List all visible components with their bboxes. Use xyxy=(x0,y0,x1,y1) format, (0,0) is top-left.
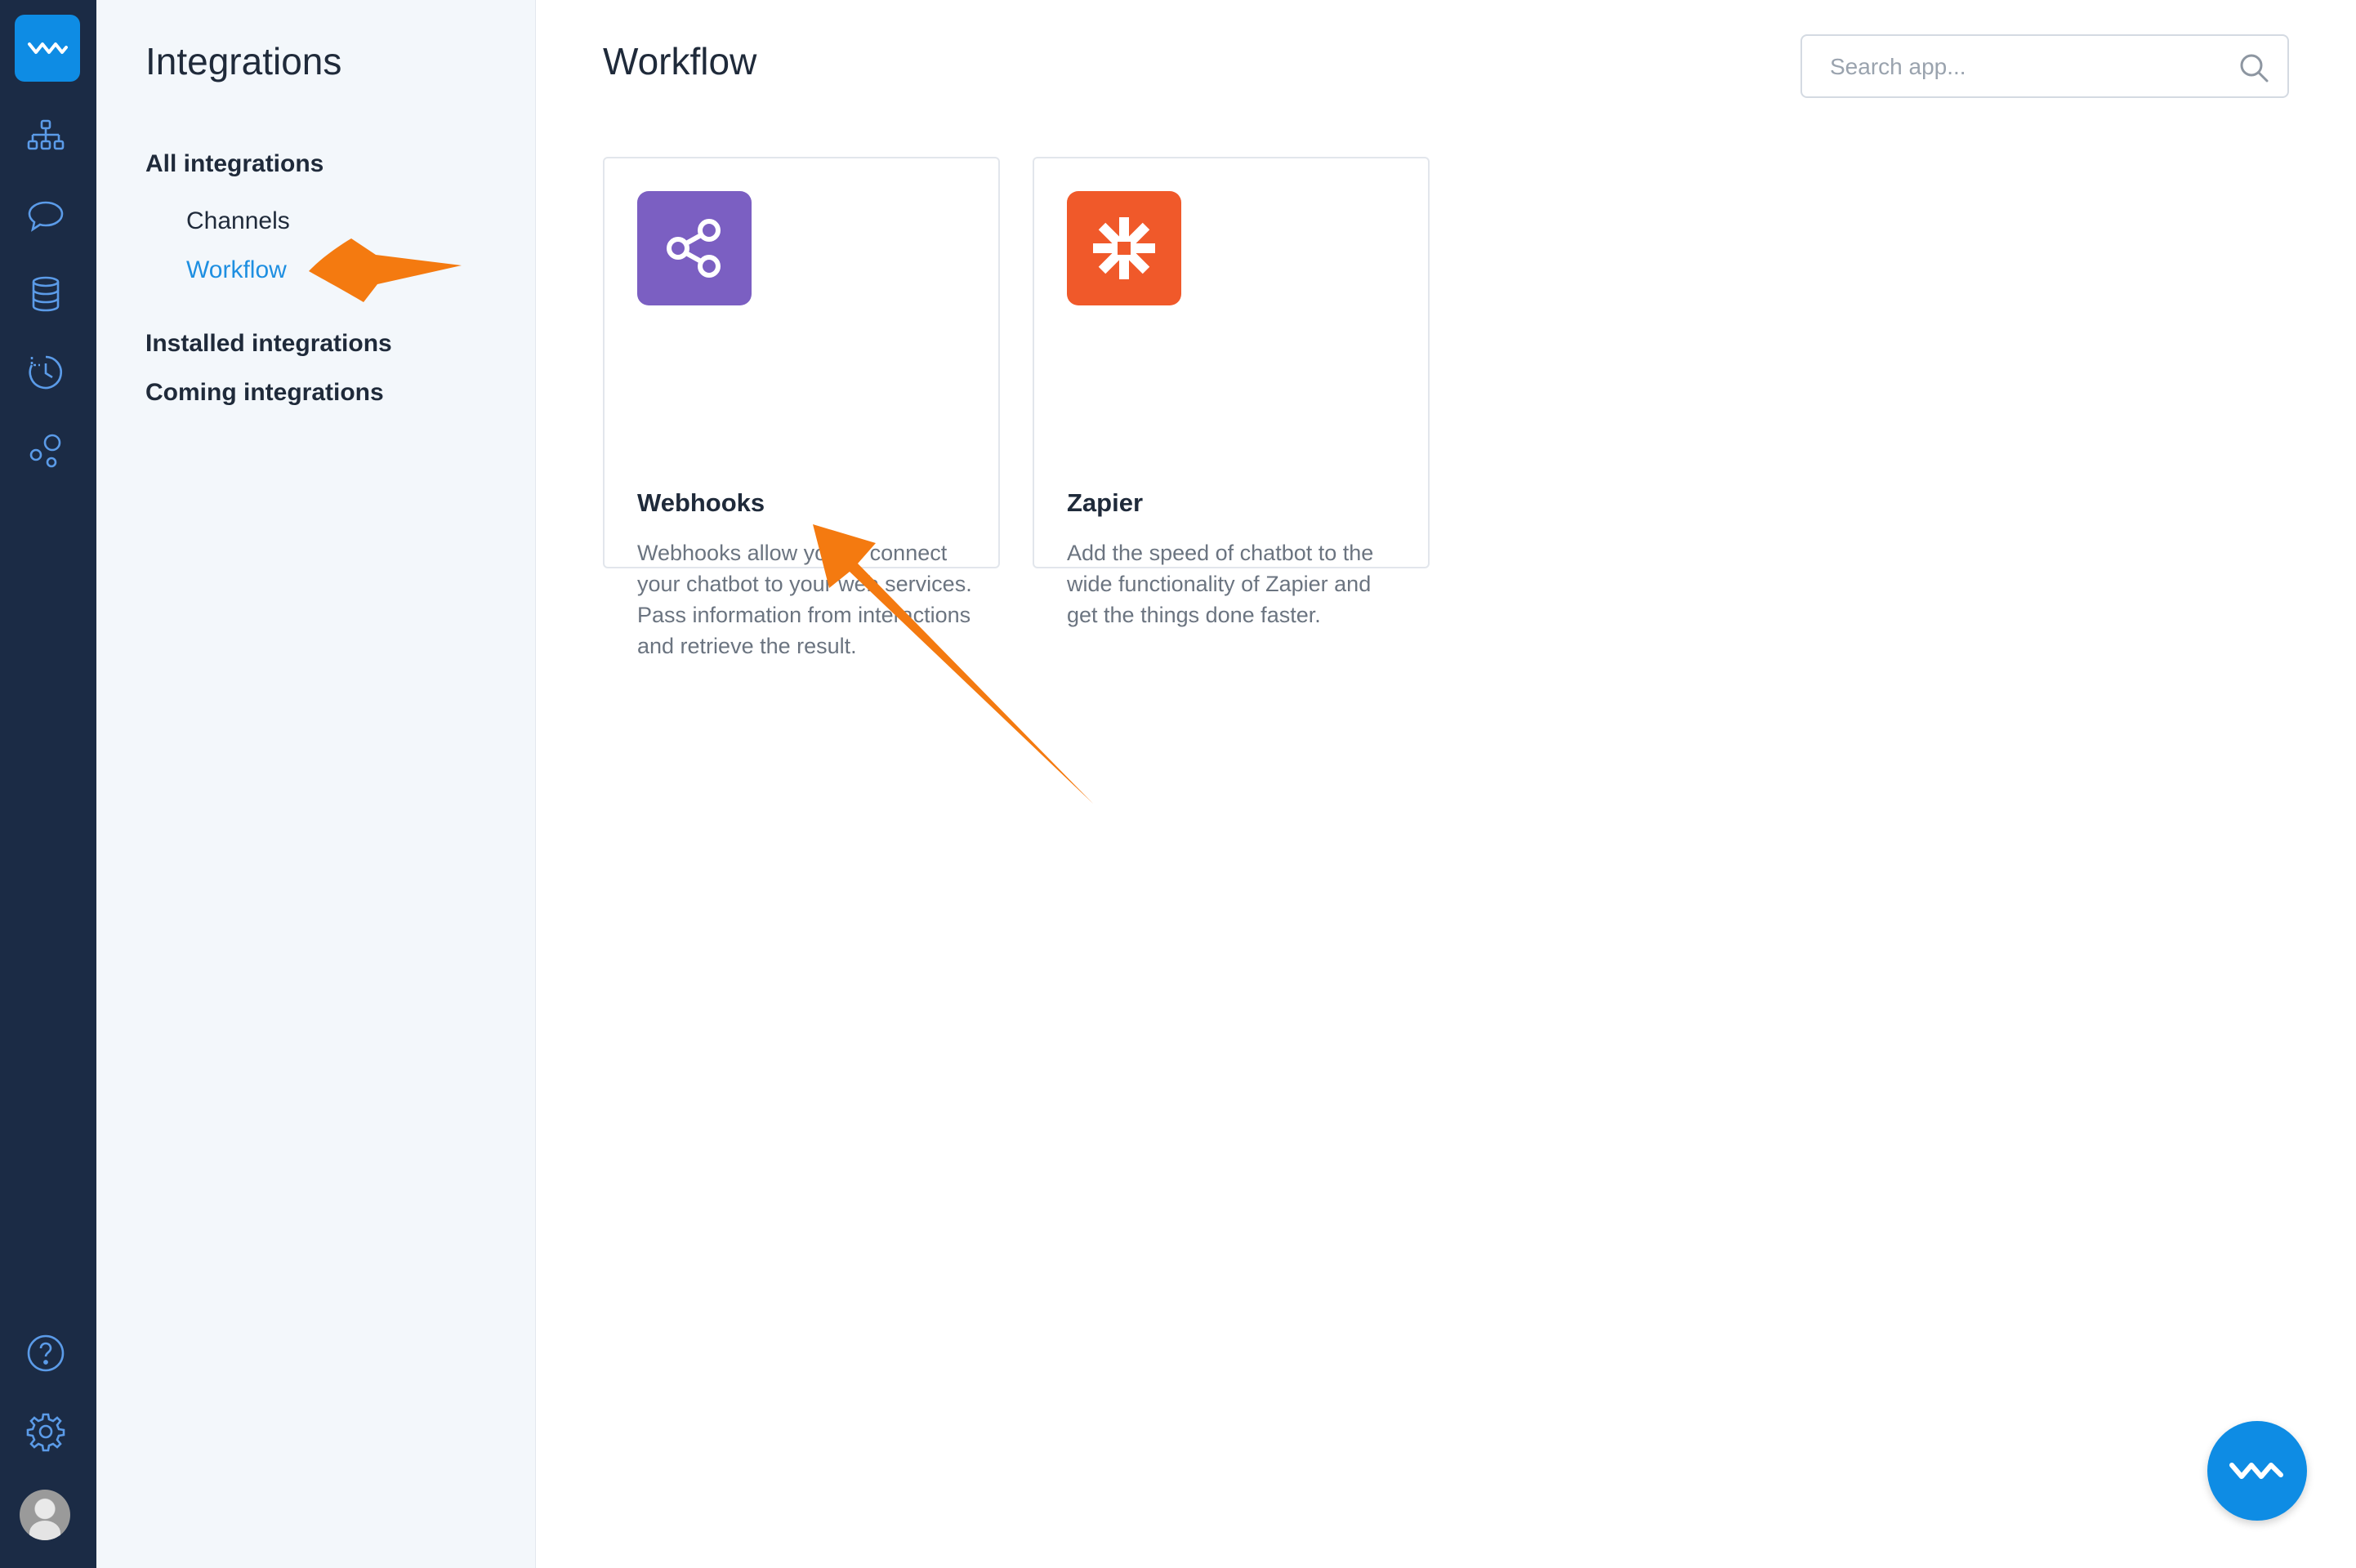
sidebar-item-all-integrations[interactable]: All integrations xyxy=(145,150,324,178)
card-description: Webhooks allow you to connect your chatb… xyxy=(637,541,972,658)
integrations-bubbles-icon[interactable] xyxy=(24,429,68,473)
sidebar-item-coming-integrations[interactable]: Coming integrations xyxy=(145,379,384,407)
history-clock-icon[interactable] xyxy=(24,350,68,394)
sidebar-title: Integrations xyxy=(145,40,342,82)
card-title: Zapier xyxy=(1067,488,1144,517)
chat-launcher-button[interactable] xyxy=(2207,1421,2307,1521)
search-box xyxy=(1800,34,2289,98)
hierarchy-icon[interactable] xyxy=(24,116,68,160)
database-icon[interactable] xyxy=(24,272,68,316)
page-title: Workflow xyxy=(603,40,757,82)
help-icon[interactable] xyxy=(24,1331,68,1375)
logo-wave-icon xyxy=(2229,1463,2283,1479)
logo-wave-icon[interactable] xyxy=(15,15,80,82)
sidebar-item-channels[interactable]: Channels xyxy=(186,207,290,235)
user-avatar[interactable] xyxy=(20,1490,70,1540)
sidebar-item-workflow[interactable]: Workflow xyxy=(186,256,287,284)
search-icon[interactable] xyxy=(2238,52,2269,83)
sidebar-item-installed-integrations[interactable]: Installed integrations xyxy=(145,330,392,358)
chat-bubble-icon[interactable] xyxy=(24,194,68,238)
card-title: Webhooks xyxy=(637,488,765,517)
card-description: Add the speed of chatbot to the wide fun… xyxy=(1067,541,1374,627)
app-rail xyxy=(0,0,96,1568)
app-root: Integrations All integrations Channels W… xyxy=(0,0,2356,1568)
integration-card-zapier[interactable]: Zapier Add the speed of chatbot to the w… xyxy=(1033,157,1430,627)
integration-card-webhooks[interactable]: Webhooks Webhooks allow you to connect y… xyxy=(603,157,1000,658)
share-nodes-icon xyxy=(637,191,752,305)
integrations-sidebar: Integrations All integrations Channels W… xyxy=(96,0,536,1568)
settings-gear-icon[interactable] xyxy=(24,1410,68,1454)
asterisk-icon xyxy=(1067,191,1181,305)
search-input[interactable] xyxy=(1828,36,2224,98)
